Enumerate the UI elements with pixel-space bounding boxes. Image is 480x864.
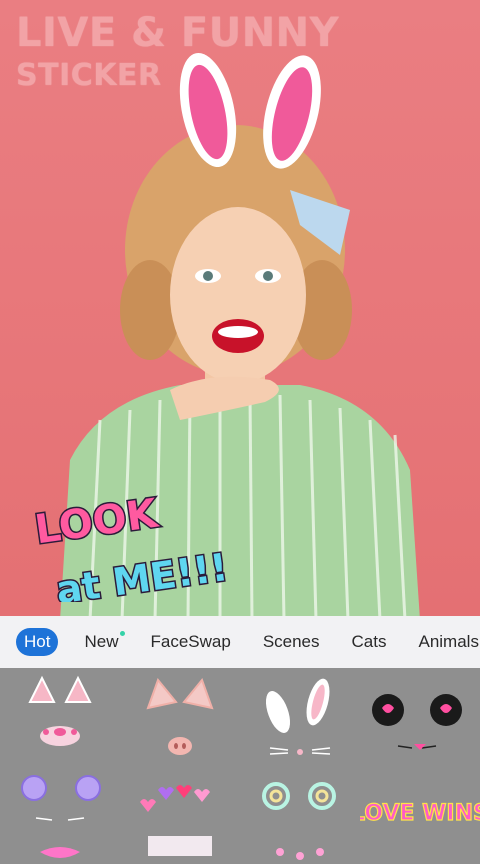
at-me-text: at ME!!! <box>53 545 230 602</box>
sticker-item-heart-crown[interactable] <box>120 768 240 864</box>
tab-hot[interactable]: Hot <box>16 628 59 656</box>
glitter-heart-ears-sticker-icon <box>372 694 462 750</box>
tab-cats[interactable]: Cats <box>352 632 387 652</box>
tab-animals[interactable]: Animals <box>418 632 478 652</box>
new-dot-icon <box>120 631 126 636</box>
sticker-grid: LOVE WINS <box>0 668 480 864</box>
sticker-item-love-wins[interactable]: LOVE WINS <box>360 768 480 864</box>
sticker-item-purple-cat[interactable] <box>0 768 120 864</box>
pig-ears-nose-sticker-icon <box>146 677 214 755</box>
sticker-category-tabs: Hot New FaceSwap Scenes Cats Animals <box>0 616 480 668</box>
look-at-me-sticker: LOOK at ME!!! <box>31 492 233 602</box>
sticker-item-bunny[interactable] <box>240 672 360 768</box>
cat-ears-nose-sticker-icon <box>28 675 92 746</box>
tab-scenes[interactable]: Scenes <box>263 632 320 652</box>
love-wins-sticker-icon: LOVE WINS <box>360 800 480 826</box>
tab-faceswap[interactable]: FaceSwap <box>150 632 230 652</box>
bunny-ears-whiskers-sticker-icon <box>265 678 331 755</box>
purple-cat-ears-sticker-icon <box>21 775 101 858</box>
tab-new-label: New <box>84 632 119 651</box>
tab-new[interactable]: New <box>84 631 126 652</box>
swirl-eyes-sticker-icon <box>262 782 336 860</box>
sticker-item-pig[interactable] <box>120 672 240 768</box>
love-wins-text: LOVE WINS <box>360 801 480 826</box>
sticker-item-glitter-ears[interactable] <box>360 672 480 768</box>
camera-preview: LIVE & FUNNY STICKER LOOK at ME!!! <box>0 0 480 616</box>
sticker-item-cat[interactable] <box>0 672 120 768</box>
heart-crown-sticker-icon <box>140 785 212 856</box>
look-text: LOOK <box>32 492 162 553</box>
sticker-item-swirl-eyes[interactable] <box>240 768 360 864</box>
